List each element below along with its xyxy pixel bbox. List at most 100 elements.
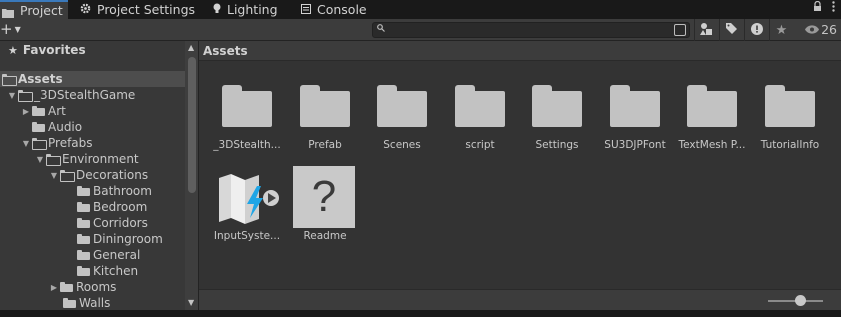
favorites-header[interactable]: ★ Favorites: [0, 41, 185, 59]
scrollbar-thumb[interactable]: [188, 57, 196, 193]
asset-label: SU3DJPFont: [604, 139, 666, 151]
asset-folder-prefab[interactable]: Prefab: [287, 83, 363, 163]
tree-item-audio[interactable]: Audio: [0, 119, 185, 135]
asset-label: Scenes: [383, 139, 421, 151]
tree-item-3dstealthgame[interactable]: ▼ _3DStealthGame: [0, 87, 185, 103]
folder-open-icon: [32, 138, 47, 150]
folder-tree-panel: ★ Favorites Assets ▼ _3DStealthGame ▶ Ar…: [0, 41, 199, 310]
asset-label: Readme: [303, 230, 347, 242]
folder-icon: [77, 202, 90, 212]
tree-item-corridors[interactable]: Corridors: [0, 215, 185, 231]
tree-item-label: Kitchen: [93, 264, 139, 278]
tab-label: Console: [317, 2, 367, 17]
tree-item-general[interactable]: General: [0, 247, 185, 263]
asset-folder-3dstealthgame[interactable]: _3DStealth...: [209, 83, 285, 163]
favorites-toggle-button[interactable]: ★: [769, 19, 793, 41]
asset-folder-settings[interactable]: Settings: [519, 83, 595, 163]
tab-lighting[interactable]: Lighting: [213, 0, 278, 19]
hidden-packages-toggle[interactable]: 26: [805, 22, 837, 37]
tree-item-bedroom[interactable]: Bedroom: [0, 199, 185, 215]
scroll-down-icon[interactable]: ▼: [188, 298, 194, 307]
question-mark-icon: ?: [293, 166, 355, 228]
tree-item-label: Rooms: [76, 280, 117, 294]
asset-folder-textmeshpro[interactable]: TextMesh P...: [674, 83, 750, 163]
tree-item-art[interactable]: ▶ Art: [0, 103, 185, 119]
tree-item-label: Environment: [62, 152, 139, 166]
folder-icon: [2, 6, 14, 18]
scroll-up-icon[interactable]: ▲: [188, 43, 194, 52]
breadcrumb[interactable]: Assets: [199, 41, 841, 61]
tree-item-label: _3DStealthGame: [34, 88, 136, 102]
tab-label: Project: [20, 3, 63, 18]
filter-type-icon: [700, 22, 713, 38]
tab-label: Lighting: [227, 2, 278, 17]
asset-label: _3DStealth...: [213, 139, 281, 151]
tree-scrollbar[interactable]: ▲ ▼: [185, 41, 198, 310]
asset-label: Prefab: [308, 139, 342, 151]
star-icon: ★: [8, 43, 18, 57]
more-menu-icon[interactable]: [832, 1, 835, 15]
folder-open-icon: [60, 170, 75, 182]
asset-readme[interactable]: ? Readme: [287, 166, 363, 254]
tree-item-label: Decorations: [76, 168, 149, 182]
tree-item-prefabs[interactable]: ▼ Prefabs: [0, 135, 185, 151]
expand-arrow-icon[interactable]: ▼: [34, 155, 46, 164]
folder-icon: [32, 122, 45, 132]
expand-arrow-icon[interactable]: ▼: [20, 139, 32, 148]
asset-folder-su3djpfont[interactable]: SU3DJPFont: [597, 83, 673, 163]
asset-label: TextMesh P...: [678, 139, 746, 151]
folder-icon: [77, 218, 90, 228]
window-bottom-edge: [0, 310, 841, 317]
folder-icon: [77, 250, 90, 260]
search-by-type-icon[interactable]: [674, 24, 686, 36]
breadcrumb-item[interactable]: Assets: [203, 44, 248, 58]
search-field[interactable]: [372, 22, 690, 38]
tree-item-environment[interactable]: ▼ Environment: [0, 151, 185, 167]
slider-handle[interactable]: [795, 295, 806, 306]
search-by-label-button[interactable]: [694, 19, 718, 41]
lock-icon[interactable]: [813, 0, 822, 15]
tree-item-rooms[interactable]: ▶ Rooms: [0, 279, 185, 295]
folder-icon: [300, 85, 350, 127]
tree-item-bathroom[interactable]: Bathroom: [0, 183, 185, 199]
search-input[interactable]: [389, 23, 669, 37]
collapse-arrow-icon[interactable]: ▶: [48, 283, 60, 292]
chevron-down-icon: ▼: [14, 24, 21, 34]
asset-grid-panel: Assets _3DStealth... Prefab Scenes scrip…: [199, 41, 841, 310]
create-button[interactable]: + ▼: [0, 20, 21, 38]
folder-icon: [687, 85, 737, 127]
asset-input-actions[interactable]: InputSyste...: [209, 174, 285, 254]
asset-folder-script[interactable]: script: [442, 83, 518, 163]
folder-icon: [77, 266, 90, 276]
folder-icon: [77, 234, 90, 244]
asset-folder-scenes[interactable]: Scenes: [364, 83, 440, 163]
window-tab-bar: Project Project Settings Lighting Consol…: [0, 0, 841, 19]
tab-console[interactable]: Console: [301, 0, 367, 19]
tab-project-settings[interactable]: Project Settings: [80, 0, 195, 19]
folder-open-icon: [46, 154, 61, 166]
tree-item-label: Art: [48, 104, 66, 118]
expand-arrow-icon[interactable]: ▼: [6, 91, 18, 100]
eye-icon: [805, 22, 820, 37]
hidden-count-label: 26: [821, 22, 837, 37]
warning-icon: [750, 22, 763, 38]
folder-icon: [377, 85, 427, 127]
tab-project[interactable]: Project: [0, 0, 68, 19]
collapse-arrow-icon[interactable]: ▶: [20, 107, 32, 116]
expand-arrow-icon[interactable]: ▼: [48, 171, 60, 180]
tree-item-decorations[interactable]: ▼ Decorations: [0, 167, 185, 183]
tree-item-label: Bathroom: [93, 184, 152, 198]
tree-item-label: Prefabs: [48, 136, 93, 150]
folder-icon: [222, 85, 272, 127]
console-icon: [301, 2, 311, 17]
filter-label-button[interactable]: [719, 19, 743, 41]
tree-item-label: Audio: [48, 120, 83, 134]
asset-label: script: [465, 139, 495, 151]
folder-icon: [63, 298, 76, 308]
log-filter-button[interactable]: [744, 19, 768, 41]
tree-item-walls[interactable]: Walls: [0, 295, 185, 310]
tree-item-diningroom[interactable]: Diningroom: [0, 231, 185, 247]
tree-item-assets[interactable]: Assets: [0, 71, 185, 87]
asset-folder-tutorialinfo[interactable]: TutorialInfo: [752, 83, 828, 163]
tree-item-kitchen[interactable]: Kitchen: [0, 263, 185, 279]
